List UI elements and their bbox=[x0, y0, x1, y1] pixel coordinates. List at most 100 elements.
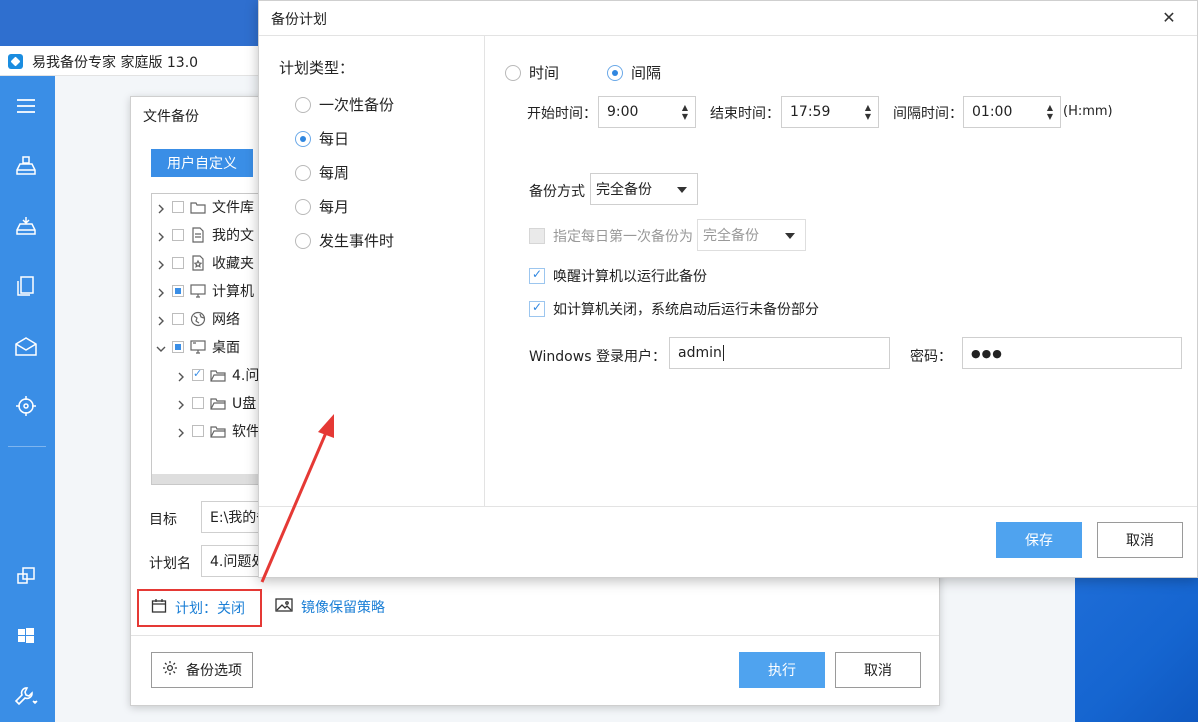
run-missed-label: 如计算机关闭，系统启动后运行未备份部分 bbox=[553, 302, 819, 318]
plan-name-field[interactable]: 4.问题处 bbox=[201, 545, 261, 577]
tree-item[interactable]: U盘 bbox=[176, 392, 256, 414]
close-icon[interactable]: ✕ bbox=[1157, 5, 1181, 29]
tree-checkbox[interactable] bbox=[172, 341, 184, 353]
windows-icon[interactable] bbox=[12, 622, 40, 650]
start-time-value: 9:00 bbox=[607, 104, 639, 120]
tree-checkbox[interactable] bbox=[172, 285, 184, 297]
radio-button[interactable] bbox=[295, 130, 311, 147]
plan-name-label: 计划名 bbox=[149, 556, 191, 572]
checkbox bbox=[529, 228, 545, 244]
radio-button[interactable] bbox=[295, 198, 311, 215]
tree-item[interactable]: 计算机 bbox=[156, 280, 254, 302]
checkbox[interactable] bbox=[529, 267, 545, 284]
tree-item-label: 桌面 bbox=[212, 340, 240, 356]
end-time-stepper[interactable]: 17:59 ▲ ▼ bbox=[781, 96, 879, 128]
plan-type-monthly[interactable]: 每月 bbox=[295, 196, 349, 217]
backup-options-button[interactable]: 备份选项 bbox=[151, 652, 253, 688]
stepper-arrows-icon[interactable]: ▲ ▼ bbox=[1046, 103, 1054, 121]
document-icon bbox=[190, 227, 206, 243]
tree-checkbox[interactable] bbox=[172, 257, 184, 269]
chevron-right-icon[interactable] bbox=[156, 230, 166, 242]
desktop-background bbox=[1075, 560, 1198, 722]
chevron-right-icon[interactable] bbox=[156, 286, 166, 298]
tree-item-label: 计算机 bbox=[212, 284, 254, 300]
text-cursor bbox=[722, 345, 724, 361]
tree-item[interactable]: 收藏夹 bbox=[156, 252, 254, 274]
radio-button[interactable] bbox=[295, 232, 311, 249]
tree-checkbox[interactable] bbox=[192, 397, 204, 409]
windows-user-label: Windows 登录用户： bbox=[529, 349, 666, 365]
chevron-down-icon bbox=[785, 233, 795, 239]
schedule-link[interactable]: 计划：关闭 bbox=[137, 589, 262, 627]
chevron-right-icon[interactable] bbox=[156, 314, 166, 326]
interval-time-stepper[interactable]: 01:00 ▲ ▼ bbox=[963, 96, 1061, 128]
files-icon[interactable] bbox=[12, 272, 40, 300]
file-backup-cancel-button[interactable]: 取消 bbox=[835, 652, 921, 688]
backup-icon[interactable] bbox=[12, 152, 40, 180]
chevron-right-icon[interactable] bbox=[176, 370, 186, 382]
tree-item[interactable]: 文件库 bbox=[156, 196, 254, 218]
tree-checkbox[interactable] bbox=[192, 367, 204, 381]
plan-type-event-label: 发生事件时 bbox=[319, 232, 395, 250]
plan-type-daily[interactable]: 每日 bbox=[295, 128, 349, 149]
backup-method-select[interactable]: 完全备份 bbox=[590, 173, 698, 205]
checkbox[interactable] bbox=[529, 300, 545, 317]
radio-button[interactable] bbox=[607, 64, 623, 81]
chevron-right-icon[interactable] bbox=[176, 398, 186, 410]
chevron-right-icon[interactable] bbox=[156, 258, 166, 270]
first-daily-option: 指定每日第一次备份为 bbox=[529, 226, 693, 246]
mode-interval[interactable]: 间隔 bbox=[607, 62, 661, 83]
folder-open-icon bbox=[210, 367, 226, 383]
mode-time[interactable]: 时间 bbox=[505, 62, 559, 83]
folder-open-icon bbox=[210, 395, 226, 411]
plan-type-weekly[interactable]: 每周 bbox=[295, 162, 349, 183]
tree-checkbox[interactable] bbox=[192, 425, 204, 437]
image-retention-label: 镜像保留策略 bbox=[301, 600, 385, 616]
stepper-arrows-icon[interactable]: ▲ ▼ bbox=[681, 103, 689, 121]
start-time-stepper[interactable]: 9:00 ▲ ▼ bbox=[598, 96, 696, 128]
plan-type-once[interactable]: 一次性备份 bbox=[295, 94, 394, 115]
tree-item[interactable]: 我的文 bbox=[156, 224, 254, 246]
execute-button[interactable]: 执行 bbox=[739, 652, 825, 688]
tree-item[interactable]: 桌面 bbox=[156, 336, 240, 358]
chevron-down-icon[interactable] bbox=[156, 342, 166, 352]
tree-checkbox[interactable] bbox=[172, 201, 184, 213]
menu-icon[interactable] bbox=[12, 92, 40, 120]
tree-checkbox[interactable] bbox=[172, 229, 184, 241]
stepper-arrows-icon[interactable]: ▲ ▼ bbox=[864, 103, 872, 121]
schedule-save-button[interactable]: 保存 bbox=[996, 522, 1082, 558]
target-field[interactable]: E:\我的备 bbox=[201, 501, 261, 533]
password-input[interactable]: ●●● bbox=[962, 337, 1182, 369]
wake-computer-option[interactable]: 唤醒计算机以运行此备份 bbox=[529, 266, 707, 286]
image-retention-link[interactable]: 镜像保留策略 bbox=[275, 597, 385, 617]
tree-checkbox[interactable] bbox=[172, 313, 184, 325]
target-icon[interactable] bbox=[12, 392, 40, 420]
tree-item[interactable]: 4.问 bbox=[176, 364, 259, 386]
chevron-right-icon[interactable] bbox=[156, 202, 166, 214]
tools-icon[interactable] bbox=[12, 682, 40, 710]
clone-icon[interactable] bbox=[12, 562, 40, 590]
schedule-cancel-button[interactable]: 取消 bbox=[1097, 522, 1183, 558]
chevron-right-icon[interactable] bbox=[176, 426, 186, 438]
wake-computer-label: 唤醒计算机以运行此备份 bbox=[553, 269, 707, 285]
plan-type-event[interactable]: 发生事件时 bbox=[295, 230, 394, 251]
network-icon bbox=[190, 311, 206, 327]
backup-schedule-dialog: 备份计划 ✕ 计划类型： 一次性备份 每日 每周 每月 发生事件时 时间 间隔 … bbox=[258, 0, 1198, 578]
backup-disk-icon[interactable] bbox=[12, 212, 40, 240]
radio-button[interactable] bbox=[295, 164, 311, 181]
radio-button[interactable] bbox=[505, 64, 521, 81]
tree-item-label: 我的文 bbox=[212, 228, 254, 244]
radio-button[interactable] bbox=[295, 96, 311, 113]
windows-user-input[interactable]: admin bbox=[669, 337, 890, 369]
gear-icon bbox=[162, 660, 178, 680]
tab-user-defined[interactable]: 用户自定义 bbox=[151, 149, 253, 177]
tree-item[interactable]: 软件 bbox=[176, 420, 260, 442]
backup-method-label: 备份方式 bbox=[529, 184, 585, 200]
first-daily-select: 完全备份 bbox=[697, 219, 806, 251]
run-missed-option[interactable]: 如计算机关闭，系统启动后运行未备份部分 bbox=[529, 299, 819, 319]
calendar-icon bbox=[151, 598, 167, 618]
folder-icon bbox=[190, 199, 206, 215]
desktop-icon bbox=[190, 339, 206, 355]
tree-item[interactable]: 网络 bbox=[156, 308, 240, 330]
mail-icon[interactable] bbox=[12, 332, 40, 360]
